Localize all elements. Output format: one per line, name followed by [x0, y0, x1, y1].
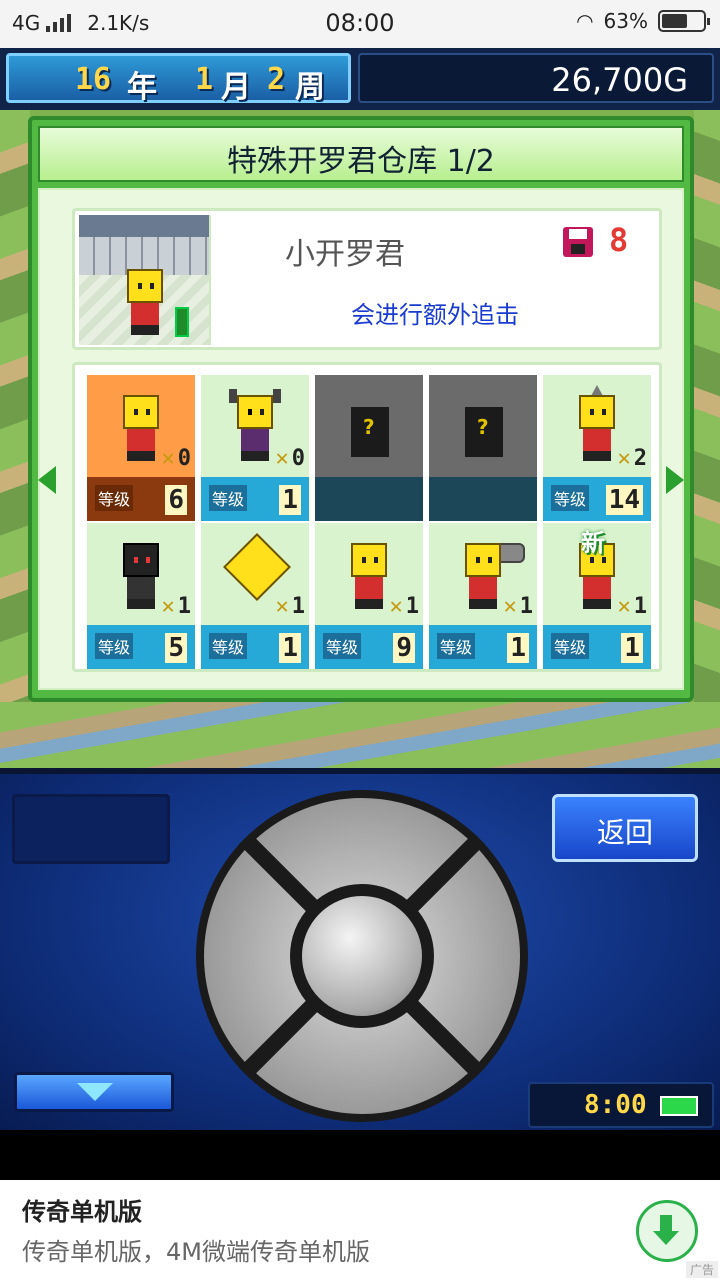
money-display: 26,700G — [358, 53, 714, 103]
controller-display — [12, 794, 170, 864]
character-info-panel: 小开罗君 8 会进行额外追击 — [72, 208, 662, 350]
level-label: 等级 — [95, 633, 134, 659]
week-unit: 周 — [295, 70, 325, 105]
ad-banner[interactable]: 传奇单机版 传奇单机版，4M微端传奇单机版 广告 — [0, 1180, 720, 1280]
new-badge: 新 — [581, 529, 605, 557]
character-slot[interactable]: ✕ 0 等级 1 — [201, 375, 309, 521]
battery-icon — [658, 10, 710, 32]
dpad-center-button[interactable] — [290, 884, 434, 1028]
battery-percent: 63% — [603, 9, 648, 33]
scroll-down-button[interactable] — [14, 1072, 174, 1112]
dialog-body: 小开罗君 8 会进行额外追击 ✕0 等级 6 ✕0 等级 1 ✕2 等级 14 ✕1 等级 5 ✕1 等级… — [38, 188, 684, 690]
month-unit: 月 — [221, 70, 251, 105]
slot-quantity: ✕ 0 — [161, 446, 192, 471]
page-next-arrow-icon[interactable] — [666, 466, 684, 494]
ad-tag: 广告 — [685, 1261, 718, 1278]
year-number: 16 — [75, 62, 112, 97]
level-label: 等级 — [437, 633, 476, 659]
locked-silhouette-icon — [465, 407, 503, 457]
character-portrait — [79, 215, 211, 345]
character-slot[interactable]: ✕ 1 等级 5 — [87, 523, 195, 669]
month-number: 1 — [195, 62, 214, 97]
character-slot[interactable]: ✕ 1 等级 1 — [429, 523, 537, 669]
character-count: 8 — [609, 221, 629, 259]
level-value: 1 — [279, 633, 301, 663]
date-display: 16 年 1 月 2 周 — [6, 53, 351, 105]
dialog-title: 特殊开罗君仓库 1/2 — [38, 126, 684, 182]
page-prev-arrow-icon[interactable] — [38, 466, 56, 494]
level-label: 等级 — [323, 633, 362, 659]
wifi-icon: ◠ — [576, 9, 594, 33]
week-number: 2 — [267, 62, 286, 97]
character-name: 小开罗君 — [285, 237, 405, 272]
character-description: 会进行额外追击 — [351, 301, 519, 329]
level-bar — [315, 477, 423, 521]
level-value: 14 — [605, 485, 643, 515]
top-hud: 16 年 1 月 2 周 26,700G — [0, 48, 720, 110]
dpad[interactable] — [196, 790, 528, 1122]
slot-quantity: ✕ 1 — [389, 594, 420, 619]
ad-title: 传奇单机版 — [22, 1198, 142, 1226]
slot-quantity: ✕ 2 — [617, 446, 648, 471]
slot-quantity: ✕ 1 — [275, 594, 306, 619]
level-bar — [429, 477, 537, 521]
character-grid: ✕0 等级 6 ✕0 等级 1 ✕2 等级 14 ✕1 等级 5 ✕1 等级 1 ✕1 等级 9 ✕1 等级 1 ✕1 等级… — [72, 362, 662, 672]
locked-silhouette-icon — [351, 407, 389, 457]
ad-description: 传奇单机版，4M微端传奇单机版 — [22, 1238, 370, 1266]
game-screen: 16 年 1 月 2 周 26,700G 特殊开罗君仓库 1/2 小开罗君 8 … — [0, 48, 720, 768]
character-slot[interactable] — [429, 375, 537, 521]
game-clock: 8:00 — [528, 1082, 714, 1128]
level-value: 1 — [279, 485, 301, 515]
slot-quantity: ✕ 1 — [161, 594, 192, 619]
kairo-sprite — [105, 263, 185, 343]
level-value: 9 — [393, 633, 415, 663]
status-bar: 4G 2.1K/s 08:00 ◠ 63% — [0, 0, 720, 48]
level-label: 等级 — [95, 485, 134, 511]
slot-quantity: ✕ 1 — [503, 594, 534, 619]
hp-gauge — [175, 307, 189, 337]
character-slot[interactable]: ✕ 1 等级 1 — [201, 523, 309, 669]
level-label: 等级 — [209, 633, 248, 659]
game-clock-time: 8:00 — [584, 1090, 647, 1120]
level-value: 5 — [165, 633, 187, 663]
character-slot[interactable]: ✕ 1 等级 1 新 — [543, 523, 651, 669]
year-unit: 年 — [127, 70, 157, 105]
character-slot[interactable]: ✕ 1 等级 9 — [315, 523, 423, 669]
download-icon[interactable] — [636, 1200, 698, 1262]
character-slot[interactable]: ✕ 2 等级 14 — [543, 375, 651, 521]
warehouse-dialog: 特殊开罗君仓库 1/2 小开罗君 8 会进行额外追击 ✕0 等级 6 ✕0 等级 1 ✕2 等… — [28, 116, 694, 702]
save-disk-icon — [563, 227, 593, 257]
virtual-controller: 返回 8:00 — [0, 768, 720, 1130]
character-slot[interactable] — [315, 375, 423, 521]
character-slot[interactable]: ✕ 0 等级 6 — [87, 375, 195, 521]
game-battery-icon — [660, 1096, 698, 1116]
slot-quantity: ✕ 1 — [617, 594, 648, 619]
level-label: 等级 — [551, 485, 590, 511]
level-value: 6 — [165, 485, 187, 515]
level-value: 1 — [621, 633, 643, 663]
back-button[interactable]: 返回 — [552, 794, 698, 862]
slot-quantity: ✕ 0 — [275, 446, 306, 471]
level-label: 等级 — [209, 485, 248, 511]
level-label: 等级 — [551, 633, 590, 659]
level-value: 1 — [507, 633, 529, 663]
